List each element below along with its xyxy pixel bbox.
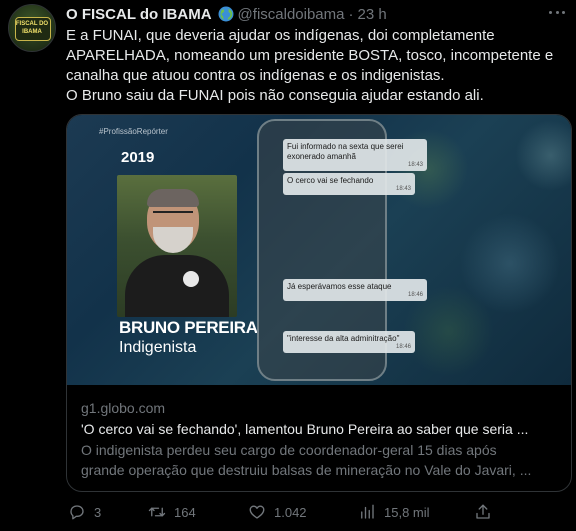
avatar-text-line-2: IBAMA [22,29,42,35]
link-card-title[interactable]: 'O cerco vai se fechando', lamentou Brun… [81,420,561,438]
image-hashtag: #ProfissãoRepórter [99,127,168,136]
link-card-meta[interactable]: g1.globo.com 'O cerco vai se fechando', … [81,399,561,480]
more-options-icon[interactable] [546,4,568,20]
retweet-count: 164 [174,504,196,520]
like-count: 1.042 [274,504,307,520]
views-chart-icon [361,504,374,519]
chat-message: Fui informado na sexta que serei exonera… [283,139,427,171]
link-card-description-line: O indigenista perdeu seu cargo de coorde… [81,442,497,458]
link-card-image[interactable]: #ProfissãoRepórter 2019 BRUNO PEREIRA In… [67,115,571,385]
header-separator: · [348,5,354,23]
like-button[interactable]: 1.042 [248,500,307,524]
author-name[interactable]: O FISCAL do IBAMA [66,6,212,23]
tweet-timestamp[interactable]: 23 h [358,6,387,23]
chat-message-time: 18:46 [395,344,411,350]
chat-message-text: "interesse da alta adminitração" [287,334,400,343]
reply-icon [70,505,84,520]
link-card-domain: g1.globo.com [81,400,166,416]
chat-message-text: Já esperávamos esse ataque [287,282,392,291]
chat-message: O cerco vai se fechando 18:43 [283,173,415,195]
tweet-text-line: E a FUNAI, que deveria ajudar os indígen… [66,27,495,44]
avatar-text-line-1: FISCAL DO [15,21,49,27]
share-icon [476,504,490,519]
tweet-text-line: APARELHADA, nomeando um presidente BOSTA… [66,47,554,64]
heart-icon [249,505,265,519]
person-photo [117,175,237,317]
chat-message-time: 18:43 [395,186,411,192]
image-year: 2019 [121,149,155,166]
chat-message: "interesse da alta adminitração" 18:46 [283,331,415,353]
tweet-header: O FISCAL do IBAMA @fiscaldoibama · 23 h [66,4,387,24]
link-card-description-line: grande operação que destruiu balsas de m… [81,462,532,478]
chat-message-text: Fui informado na sexta que serei exonera… [287,142,404,161]
chat-message-time: 18:43 [407,162,423,168]
person-name-caption: BRUNO PEREIRA [119,318,258,337]
views-button[interactable]: 15,8 mil [358,500,430,524]
link-card[interactable]: #ProfissãoRepórter 2019 BRUNO PEREIRA In… [66,114,572,492]
views-count: 15,8 mil [384,504,430,520]
chat-message-time: 18:46 [407,292,423,298]
tweet-actions: 3 164 1.042 15,8 mil [66,500,496,524]
person-role-caption: Indigenista [119,339,197,356]
reply-button[interactable]: 3 [68,500,101,524]
chat-message-text: O cerco vai se fechando [287,176,374,185]
tweet[interactable]: FISCAL DO IBAMA O FISCAL do IBAMA @fisca… [0,0,576,531]
chat-message: Já esperávamos esse ataque 18:46 [283,279,427,301]
author-handle[interactable]: @fiscaldoibama [238,6,345,23]
tweet-text: E a FUNAI, que deveria ajudar os indígen… [66,26,566,106]
globe-americas-icon [218,6,234,22]
retweet-button[interactable]: 164 [148,500,196,524]
share-button[interactable] [474,500,500,524]
retweet-icon [148,507,166,517]
tweet-text-line: O Bruno saiu da FUNAI pois não conseguia… [66,87,484,104]
tweet-text-line: canalha que atuou contra os indígenas e … [66,67,445,84]
reply-count: 3 [94,504,102,520]
avatar[interactable]: FISCAL DO IBAMA [8,4,56,52]
